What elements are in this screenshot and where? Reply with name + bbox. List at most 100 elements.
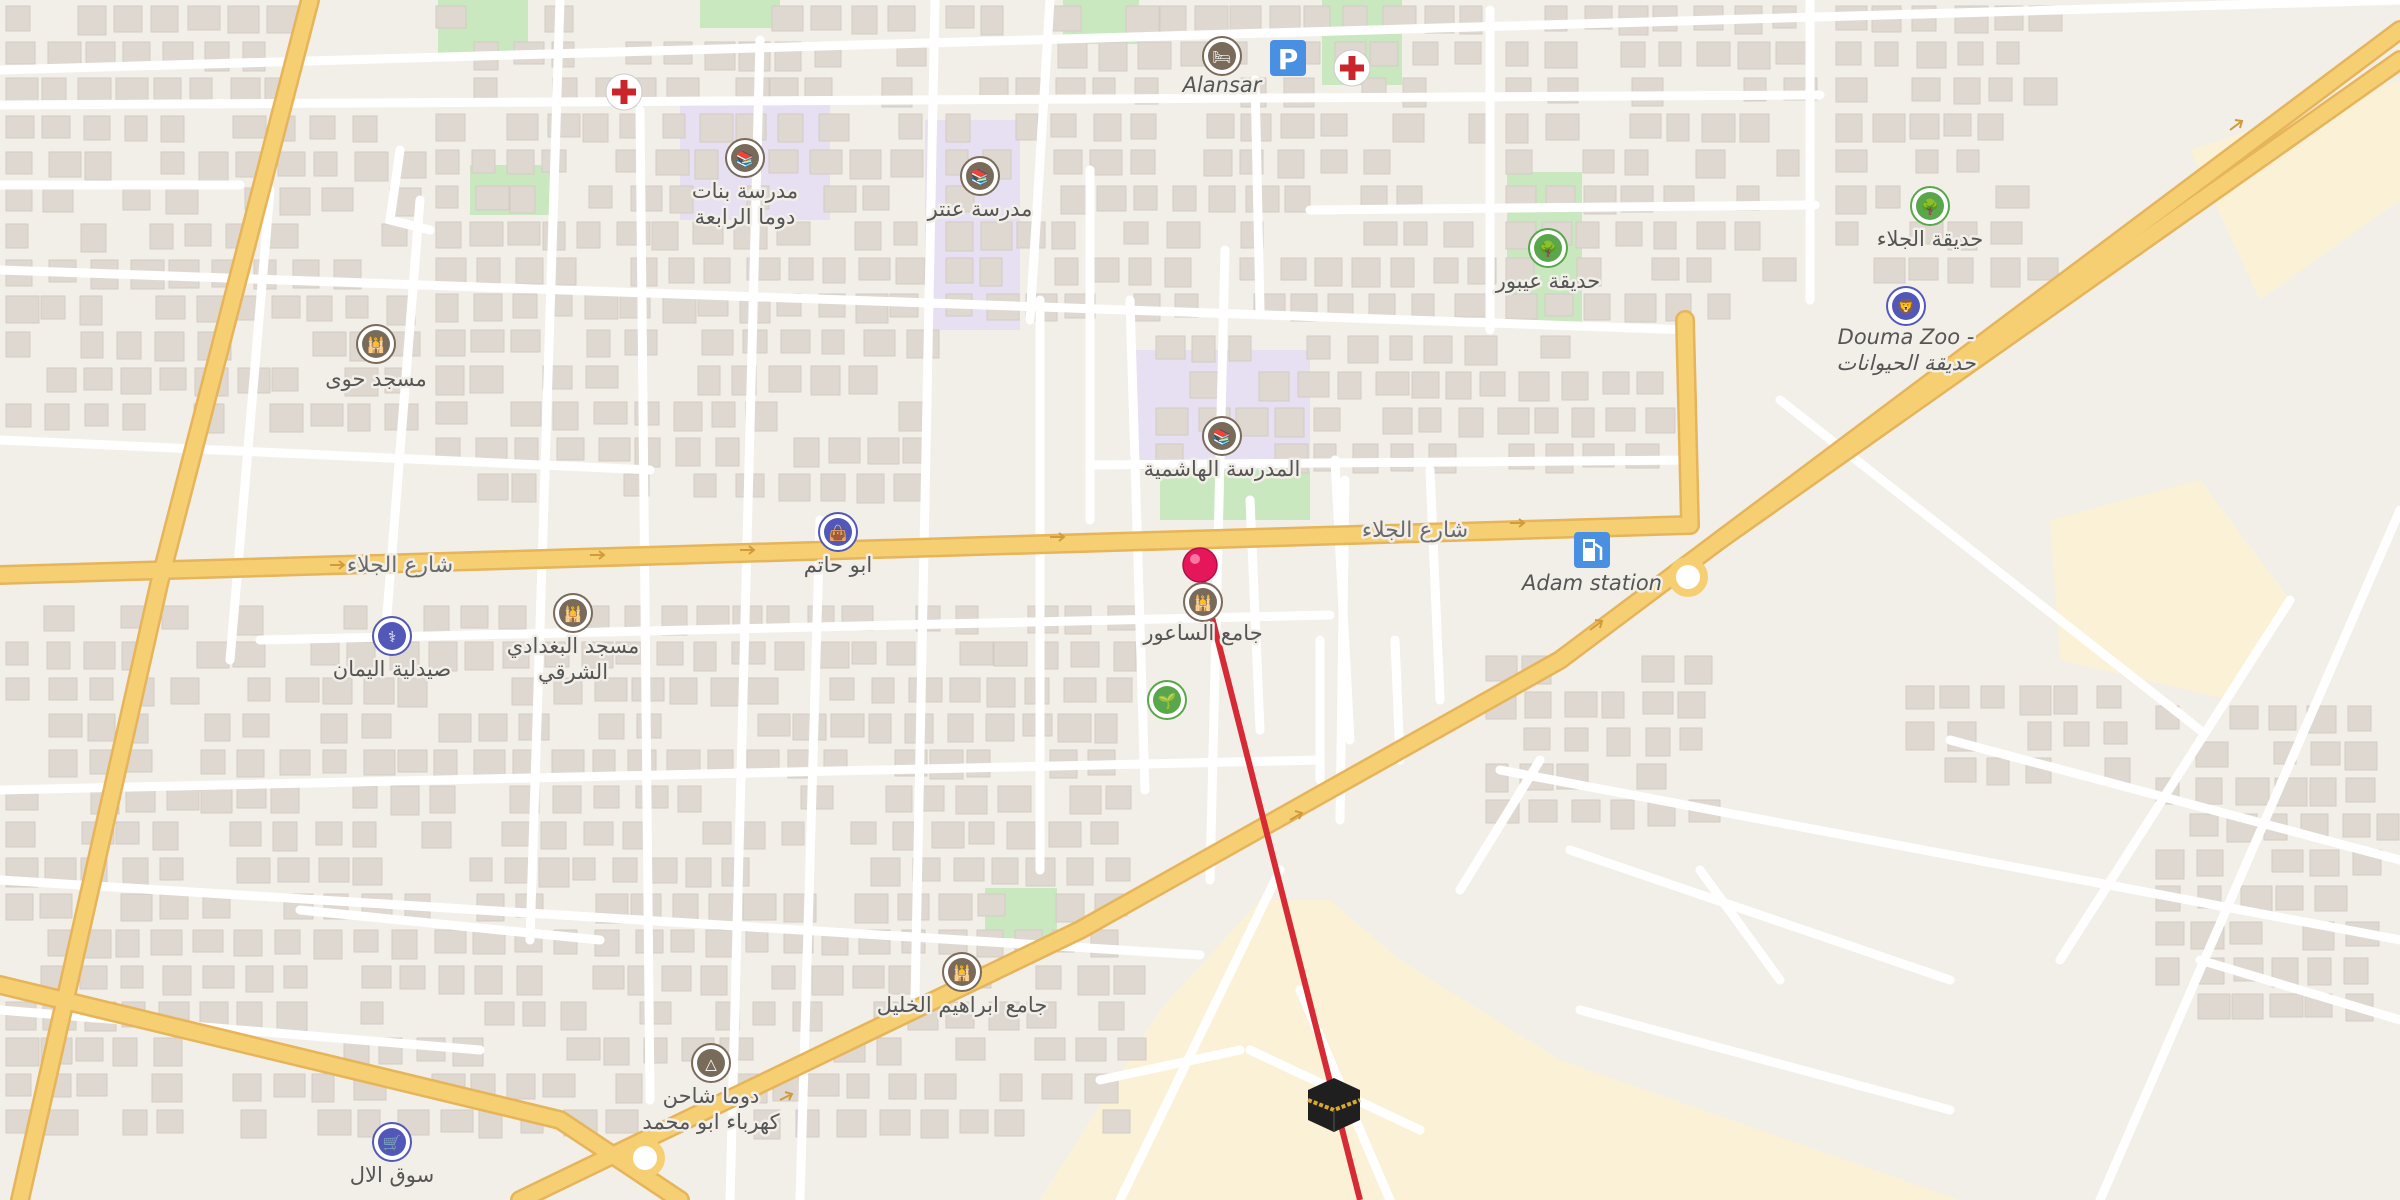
- building: [5, 151, 33, 175]
- building: [2347, 705, 2372, 732]
- building: [2235, 777, 2270, 806]
- pharmacy-icon[interactable]: ⚕: [372, 616, 412, 656]
- medical-cross-icon[interactable]: [1333, 49, 1371, 87]
- mosque-icon[interactable]: 🕌: [942, 952, 982, 992]
- poi-pharmacy-top-left[interactable]: [605, 73, 643, 111]
- building: [1911, 77, 1941, 102]
- building: [120, 367, 152, 395]
- building: [1093, 113, 1122, 142]
- building: [1390, 257, 1415, 288]
- building: [1575, 221, 1600, 249]
- building: [1905, 721, 1935, 751]
- building: [84, 403, 109, 427]
- building: [846, 1073, 870, 1099]
- park-tree-icon[interactable]: 🌳: [1528, 228, 1568, 268]
- building: [1051, 221, 1076, 250]
- shelter-icon[interactable]: △: [691, 1043, 731, 1083]
- building: [120, 893, 153, 922]
- building: [1875, 185, 1901, 209]
- map-view[interactable]: شارع الجلاء شارع الجلاء 🛏 Alansar P 📚 مدرسة …: [0, 0, 2400, 1200]
- poi-label: مسجد حوى: [325, 367, 427, 391]
- building: [2053, 685, 2078, 715]
- poi-label: حديقة الجلاء: [1877, 227, 1984, 251]
- building: [1055, 893, 1085, 923]
- building: [953, 857, 985, 882]
- building: [854, 221, 882, 251]
- building: [510, 401, 542, 427]
- building: [893, 221, 918, 246]
- building: [2019, 685, 2052, 716]
- building: [1775, 41, 1810, 65]
- garden-icon[interactable]: 🌱: [1147, 680, 1187, 720]
- building: [968, 821, 995, 845]
- building: [768, 149, 799, 174]
- building: [1872, 113, 1906, 143]
- building: [112, 1037, 138, 1067]
- building: [1629, 113, 1662, 139]
- building: [1363, 149, 1391, 175]
- medical-cross-icon[interactable]: [605, 73, 643, 111]
- building: [806, 1073, 840, 1097]
- building: [1057, 41, 1088, 69]
- building: [656, 641, 684, 666]
- building: [1063, 677, 1097, 703]
- poi-pharmacy-top[interactable]: [1333, 49, 1371, 87]
- building: [1050, 113, 1077, 138]
- building: [514, 437, 539, 464]
- building: [352, 115, 378, 143]
- building: [1874, 41, 1899, 67]
- building: [2155, 921, 2185, 946]
- poi-parking[interactable]: P: [1270, 40, 1306, 76]
- building: [598, 437, 631, 462]
- building: [924, 1073, 957, 1100]
- building: [285, 677, 320, 703]
- building: [192, 929, 224, 953]
- map-canvas[interactable]: شارع الجلاء شارع الجلاء 🛏 Alansar P 📚 مدرسة …: [0, 0, 2400, 1200]
- parking-icon[interactable]: P: [1270, 40, 1306, 76]
- school-icon[interactable]: 📚: [960, 156, 1000, 196]
- hotel-icon[interactable]: 🛏: [1202, 36, 1242, 76]
- building: [1327, 293, 1354, 317]
- building: [583, 821, 614, 846]
- building: [854, 893, 889, 924]
- building: [945, 257, 974, 284]
- building: [1534, 407, 1559, 434]
- zoo-icon[interactable]: 🦁: [1886, 286, 1926, 326]
- poi-label: دوما الرابعة: [695, 205, 796, 229]
- building: [1035, 965, 1062, 990]
- shopping-bag-icon[interactable]: 👜: [818, 512, 858, 552]
- building: [920, 1109, 949, 1139]
- building: [693, 641, 717, 672]
- building: [551, 749, 585, 776]
- mosque-icon[interactable]: 🕌: [1183, 582, 1223, 622]
- building: [666, 749, 701, 774]
- location-pin-icon[interactable]: [1182, 547, 1218, 583]
- building: [1908, 257, 1939, 281]
- poi-garden-center[interactable]: 🌱: [1147, 680, 1187, 720]
- building: [1606, 727, 1631, 757]
- building: [635, 785, 669, 809]
- svg-text:🌳: 🌳: [1921, 197, 1940, 216]
- building: [673, 401, 703, 432]
- park-tree-icon[interactable]: 🌳: [1910, 186, 1950, 226]
- building: [810, 365, 841, 396]
- building: [661, 965, 692, 992]
- building: [5, 115, 35, 139]
- building: [470, 329, 505, 353]
- building: [460, 605, 489, 629]
- shopping-cart-icon[interactable]: 🛒: [372, 1122, 412, 1162]
- building: [1203, 149, 1233, 177]
- school-icon[interactable]: 📚: [1202, 416, 1242, 456]
- mosque-icon[interactable]: 🕌: [356, 324, 396, 364]
- poi-location-pin[interactable]: [1182, 547, 1218, 583]
- building: [1277, 149, 1305, 179]
- building: [115, 929, 140, 958]
- building: [823, 185, 857, 213]
- building: [315, 821, 343, 846]
- fuel-icon[interactable]: [1574, 532, 1610, 568]
- mosque-icon[interactable]: 🕌: [553, 593, 593, 633]
- building: [122, 1109, 148, 1136]
- building: [2314, 885, 2348, 912]
- school-icon[interactable]: 📚: [725, 138, 765, 178]
- building: [1075, 1037, 1107, 1062]
